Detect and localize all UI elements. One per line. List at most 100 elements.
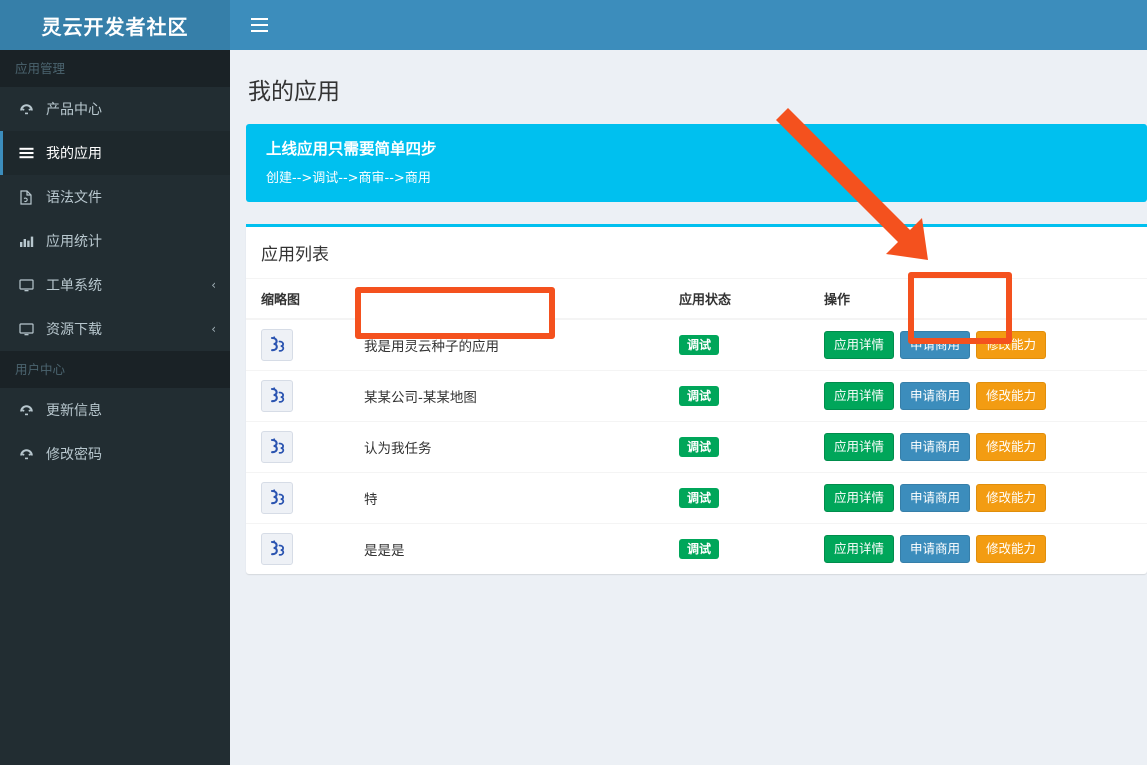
banner-subtitle: 创建-->调试-->商审-->商用 <box>266 171 431 186</box>
chevron-left-icon: ‹ <box>211 278 216 292</box>
app-logo-icon <box>261 329 293 361</box>
sidebar-item-6[interactable]: 更新信息 <box>0 388 230 432</box>
column-header-app-state: 应用状态 <box>679 279 824 320</box>
status-badge: 调试 <box>679 488 720 508</box>
sidebar-item-2[interactable]: 语法文件 <box>0 175 230 219</box>
sidebar-section-label: 应用管理 <box>15 61 66 76</box>
bar-chart-icon <box>15 233 37 249</box>
app-logo-icon <box>261 482 293 514</box>
cell-app-state: 调试 <box>679 472 824 524</box>
hamburger-bar <box>250 24 268 26</box>
action-button-green[interactable]: 应用详情 <box>824 381 895 411</box>
status-badge: 调试 <box>679 539 720 559</box>
action-button-green[interactable]: 应用详情 <box>824 330 895 360</box>
action-button-blue[interactable]: 申请商用 <box>900 432 971 462</box>
action-button-green[interactable]: 应用详情 <box>824 432 895 462</box>
panel-header: 应用列表 <box>246 227 1147 279</box>
status-badge: 调试 <box>679 437 720 457</box>
cell-thumbnail <box>246 370 364 422</box>
app-root: 灵云开发者社区 应用管理 产品中心 我的应用 语法文件 应用统计 工单系统 ‹ 资源下载 ‹ 用户… <box>0 0 1147 765</box>
table-row: 是是是 调试 应用详情 申请商用 修改能力 <box>246 523 1147 574</box>
sidebar-section-label: 用户中心 <box>15 362 66 377</box>
cell-app-state: 调试 <box>679 523 824 574</box>
cell-app-state: 调试 <box>679 370 824 422</box>
sidebar-item-label: 应用统计 <box>46 234 102 250</box>
action-button-orange[interactable]: 修改能力 <box>976 483 1047 513</box>
cell-app-name: 是是是 <box>364 523 679 574</box>
action-button-green[interactable]: 应用详情 <box>824 534 895 564</box>
cell-actions: 应用详情 申请商用 修改能力 <box>824 370 1147 422</box>
sidebar-item-label: 我的应用 <box>46 146 102 162</box>
sidebar-section-header-user-center: 用户中心 <box>0 351 230 388</box>
desktop-icon <box>15 321 37 337</box>
cell-actions: 应用详情 申请商用 修改能力 <box>824 472 1147 524</box>
panel-title: 应用列表 <box>261 245 329 265</box>
dashboard-icon <box>15 446 37 462</box>
table-row: 我是用灵云种子的应用 调试 应用详情 申请商用 修改能力 <box>246 318 1147 371</box>
table-row: 特调试 应用详情 申请商用 修改能力 <box>246 472 1147 524</box>
cell-app-name: 某某公司-某某地图 <box>364 370 679 422</box>
table-row: 认为我任务 调试 应用详情 申请商用 修改能力 <box>246 421 1147 473</box>
page-title: 我的应用 <box>248 79 340 105</box>
action-button-blue[interactable]: 申请商用 <box>900 483 971 513</box>
hamburger-bars <box>250 16 268 34</box>
sidebar-item-5[interactable]: 资源下载 ‹ <box>0 307 230 351</box>
status-badge: 调试 <box>679 386 720 406</box>
app-logo-icon <box>261 380 293 412</box>
hamburger-bar <box>250 18 268 20</box>
app-logo-icon <box>261 431 293 463</box>
table-body: 我是用灵云种子的应用 调试 应用详情 申请商用 修改能力 某某公司-某某地图 调试 应用详情申… <box>246 318 1147 574</box>
sidebar-item-label: 语法文件 <box>46 190 102 206</box>
app-list-panel: 应用列表 缩略图 应用名称 应用状态 操作 我是用灵云种子的应用 调试 应用详情 申请… <box>246 224 1147 574</box>
cell-actions: 应用详情 申请商用 修改能力 <box>824 421 1147 473</box>
sidebar-item-label: 工单系统 <box>46 278 102 294</box>
cell-thumbnail <box>246 523 364 574</box>
sidebar-item-4[interactable]: 工单系统 ‹ <box>0 263 230 307</box>
sidebar: 灵云开发者社区 应用管理产品中心我的应用语法文件应用统计工单系统 ‹ 资源下载 ‹ 用户… <box>0 0 230 765</box>
content-area: 我的应用 上线应用只需要简单四步 创建-->调试-->商审-->商用 应用列表 … <box>230 50 1147 765</box>
sidebar-item-1[interactable]: 我的应用 <box>0 131 230 175</box>
cell-thumbnail <box>246 472 364 524</box>
cell-actions: 应用详情 申请商用 修改能力 <box>824 318 1147 371</box>
cell-thumbnail <box>246 318 364 371</box>
action-button-orange[interactable]: 修改能力 <box>976 381 1047 411</box>
sidebar-item-3[interactable]: 应用统计 <box>0 219 230 263</box>
app-logo-text: 灵云开发者社区 <box>41 14 189 39</box>
action-button-blue[interactable]: 申请商用 <box>900 381 971 411</box>
chevron-left-icon: ‹ <box>211 322 216 336</box>
dashboard-icon <box>15 402 37 418</box>
sidebar-item-7[interactable]: 修改密码 <box>0 432 230 476</box>
cell-app-name: 认为我任务 <box>364 421 679 473</box>
column-header-thumbnail: 缩略图 <box>246 279 364 320</box>
top-navbar <box>230 0 1147 50</box>
column-header-actions: 操作 <box>824 279 1147 320</box>
list-icon <box>15 145 37 161</box>
column-header-app-name: 应用名称 <box>364 279 679 320</box>
sidebar-item-label: 产品中心 <box>46 102 102 118</box>
table-header-row: 缩略图 应用名称 应用状态 操作 <box>246 279 1147 320</box>
sidebar-item-0[interactable]: 产品中心 <box>0 87 230 131</box>
table-head: 缩略图 应用名称 应用状态 操作 <box>246 279 1147 320</box>
sidebar-item-label: 修改密码 <box>46 447 102 463</box>
cell-thumbnail <box>246 421 364 473</box>
dashboard-icon <box>15 101 37 117</box>
action-button-blue[interactable]: 申请商用 <box>900 330 971 360</box>
cell-actions: 应用详情 申请商用 修改能力 <box>824 523 1147 574</box>
action-button-orange[interactable]: 修改能力 <box>976 432 1047 462</box>
action-button-green[interactable]: 应用详情 <box>824 483 895 513</box>
cell-app-name: 我是用灵云种子的应用 <box>364 318 679 371</box>
action-button-orange[interactable]: 修改能力 <box>976 330 1047 360</box>
action-button-orange[interactable]: 修改能力 <box>976 534 1047 564</box>
app-logo[interactable]: 灵云开发者社区 <box>0 0 230 50</box>
sidebar-section-header-app-management: 应用管理 <box>0 50 230 87</box>
app-list-table: 缩略图 应用名称 应用状态 操作 我是用灵云种子的应用 调试 应用详情 申请商用 修改能… <box>246 279 1147 574</box>
action-button-blue[interactable]: 申请商用 <box>900 534 971 564</box>
sidebar-item-label: 资源下载 <box>46 322 102 338</box>
app-logo-icon <box>261 533 293 565</box>
cell-app-state: 调试 <box>679 421 824 473</box>
desktop-icon <box>15 277 37 293</box>
table-row: 某某公司-某某地图 调试 应用详情 申请商用 修改能力 <box>246 370 1147 422</box>
hamburger-bar <box>250 30 268 32</box>
hamburger-icon[interactable] <box>240 5 278 45</box>
info-banner: 上线应用只需要简单四步 创建-->调试-->商审-->商用 <box>246 124 1147 202</box>
